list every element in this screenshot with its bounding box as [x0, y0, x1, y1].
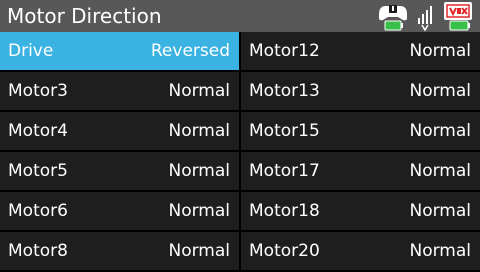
motor-row-motor13[interactable]: Motor13 Normal — [241, 72, 480, 110]
motor-name: Motor20 — [249, 241, 320, 261]
direction-value: Normal — [409, 41, 471, 61]
direction-value: Normal — [168, 161, 230, 181]
brain-battery-icon — [444, 2, 472, 31]
direction-value: Normal — [409, 201, 471, 221]
motor-name: Drive — [8, 41, 54, 61]
motor-name: Motor13 — [249, 81, 320, 101]
motor-name: Motor3 — [8, 81, 68, 101]
direction-value: Normal — [168, 121, 230, 141]
direction-value: Normal — [409, 81, 471, 101]
motor-row-motor15[interactable]: Motor15 Normal — [241, 112, 480, 150]
motor-name: Motor18 — [249, 201, 320, 221]
motor-name: Motor6 — [8, 201, 68, 221]
motor-name: Motor5 — [8, 161, 68, 181]
motor-name: Motor15 — [249, 121, 320, 141]
motor-name: Motor17 — [249, 161, 320, 181]
direction-value: Normal — [409, 161, 471, 181]
motor-row-motor12[interactable]: Motor12 Normal — [241, 32, 480, 70]
left-column: Drive Reversed Motor3 Normal Motor4 Norm… — [0, 32, 239, 272]
direction-value: Normal — [168, 81, 230, 101]
controller-battery-icon — [379, 5, 407, 31]
title-bar: Motor Direction — [0, 0, 480, 32]
page-title: Motor Direction — [7, 4, 162, 28]
motor-name: Motor4 — [8, 121, 68, 141]
signal-strength-icon — [418, 6, 432, 32]
direction-value: Normal — [168, 241, 230, 261]
motor-name: Motor8 — [8, 241, 68, 261]
direction-value: Normal — [168, 201, 230, 221]
motor-row-drive[interactable]: Drive Reversed — [0, 32, 239, 70]
motor-row-motor18[interactable]: Motor18 Normal — [241, 192, 480, 230]
motor-row-motor3[interactable]: Motor3 Normal — [0, 72, 239, 110]
column-divider — [239, 32, 241, 272]
motor-row-motor17[interactable]: Motor17 Normal — [241, 152, 480, 190]
motor-name: Motor12 — [249, 41, 320, 61]
right-column: Motor12 Normal Motor13 Normal Motor15 No… — [241, 32, 480, 272]
motor-row-motor6[interactable]: Motor6 Normal — [0, 192, 239, 230]
motor-row-motor4[interactable]: Motor4 Normal — [0, 112, 239, 150]
motor-row-motor5[interactable]: Motor5 Normal — [0, 152, 239, 190]
direction-value: Normal — [409, 241, 471, 261]
motor-row-motor20[interactable]: Motor20 Normal — [241, 232, 480, 270]
direction-value: Normal — [409, 121, 471, 141]
direction-value: Reversed — [150, 41, 230, 61]
motor-row-motor8[interactable]: Motor8 Normal — [0, 232, 239, 270]
